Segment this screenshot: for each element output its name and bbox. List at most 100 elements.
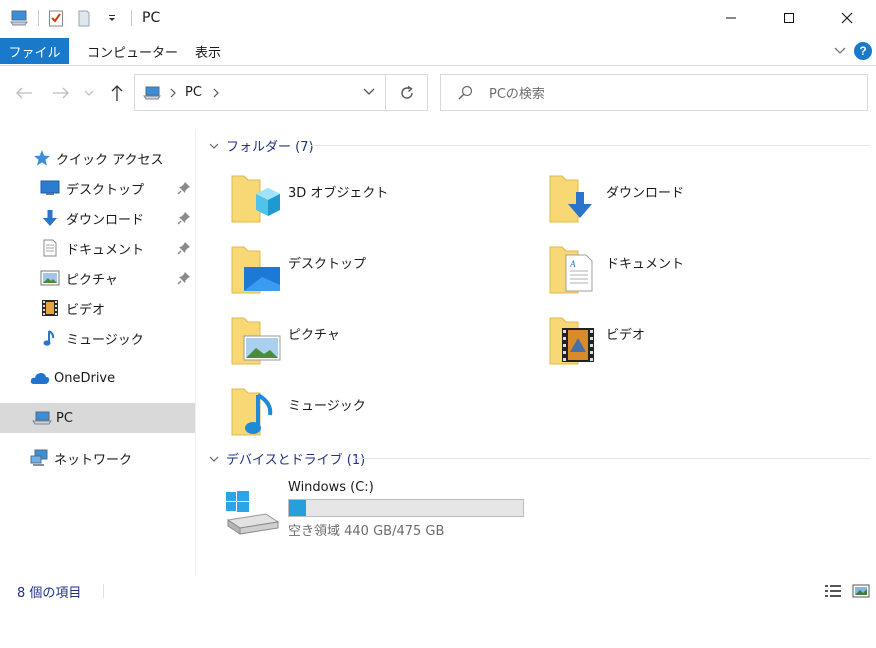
sidebar-item-quick-access[interactable]: クイック アクセス	[0, 143, 195, 173]
document-icon	[40, 238, 60, 258]
drive-usage-fill	[289, 500, 307, 516]
address-bar[interactable]: PC	[134, 74, 386, 111]
collapse-chevron-icon[interactable]	[208, 140, 220, 152]
pictures-folder-icon	[231, 317, 281, 365]
folders-group-header[interactable]: フォルダー (7)	[208, 136, 314, 155]
pc-location-icon	[143, 85, 161, 101]
navigation-pane: クイック アクセス デスクトップ ダウンロード ドキュメント ピクチャ ビデオ …	[0, 130, 196, 576]
pin-icon[interactable]	[177, 271, 191, 285]
pc-app-icon[interactable]	[8, 7, 30, 29]
folder-tile-music[interactable]: ミュージック	[198, 383, 498, 447]
drive-tile-c[interactable]: Windows (C:) 空き領域 440 GB/475 GB	[222, 476, 562, 540]
drive-name: Windows (C:)	[288, 480, 374, 495]
breadcrumb-separator-icon[interactable]	[212, 88, 220, 98]
folder-tile-videos[interactable]: ビデオ	[516, 312, 816, 376]
toolbar-divider	[131, 10, 132, 26]
pin-icon[interactable]	[177, 181, 191, 195]
devices-group-title: デバイスとドライブ (1)	[226, 453, 366, 468]
sidebar-item-label: ダウンロード	[66, 212, 145, 228]
up-arrow-icon[interactable]	[106, 82, 128, 104]
drive-free-space: 空き領域 440 GB/475 GB	[288, 524, 445, 539]
desktop-folder-icon	[231, 246, 280, 294]
collapse-chevron-icon[interactable]	[208, 453, 220, 465]
breadcrumb-separator-icon[interactable]	[169, 88, 177, 98]
music-folder-icon	[231, 388, 273, 436]
breadcrumb-pc[interactable]: PC	[185, 85, 202, 100]
folder-tile-3d-objects[interactable]: 3D オブジェクト	[198, 170, 498, 234]
tab-view[interactable]: 表示	[195, 38, 221, 64]
toolbar-divider	[38, 10, 39, 26]
folder-name: ドキュメント	[606, 257, 685, 272]
folder-name: ミュージック	[288, 399, 366, 414]
item-count: 8 個の項目	[17, 585, 82, 601]
forward-arrow-icon[interactable]	[50, 82, 72, 104]
sidebar-item-documents[interactable]: ドキュメント	[0, 233, 195, 263]
large-icons-view-icon[interactable]	[851, 582, 871, 600]
sidebar-item-label: ネットワーク	[54, 452, 133, 468]
music-icon	[40, 328, 60, 348]
window-title: PC	[142, 10, 161, 26]
sidebar-item-onedrive[interactable]: OneDrive	[0, 363, 195, 393]
status-divider	[103, 584, 104, 598]
window-controls	[702, 0, 876, 36]
tab-computer[interactable]: コンピューター	[87, 38, 178, 64]
search-icon	[457, 85, 473, 101]
sidebar-item-label: クイック アクセス	[56, 152, 164, 168]
desktop-icon	[40, 178, 60, 198]
sidebar-item-label: PC	[56, 410, 73, 426]
customize-toolbar-icon[interactable]	[101, 7, 123, 29]
navigation-bar: PC PCの検索	[0, 66, 876, 122]
close-icon[interactable]	[818, 0, 876, 36]
quick-access-toolbar: PC	[0, 0, 160, 36]
video-icon	[40, 298, 60, 318]
tab-file[interactable]: ファイル	[0, 38, 69, 64]
sidebar-item-label: デスクトップ	[66, 182, 145, 198]
recent-locations-chevron-icon[interactable]	[82, 82, 96, 104]
help-icon[interactable]: ?	[854, 42, 872, 60]
sidebar-item-network[interactable]: ネットワーク	[0, 443, 195, 473]
title-bar: PC	[0, 0, 876, 36]
folder-tile-downloads[interactable]: ダウンロード	[516, 170, 816, 234]
maximize-icon[interactable]	[760, 0, 818, 36]
pin-icon[interactable]	[177, 211, 191, 225]
folder-name: ビデオ	[606, 328, 646, 343]
network-icon	[30, 448, 50, 468]
details-view-icon[interactable]	[823, 582, 843, 600]
folders-group-title: フォルダー (7)	[226, 140, 314, 155]
ribbon: ファイル コンピューター 表示 ?	[0, 36, 876, 66]
onedrive-cloud-icon	[30, 368, 50, 388]
devices-group-header[interactable]: デバイスとドライブ (1)	[208, 449, 365, 468]
download-icon	[40, 208, 60, 228]
sidebar-item-downloads[interactable]: ダウンロード	[0, 203, 195, 233]
back-arrow-icon[interactable]	[13, 82, 35, 104]
sidebar-item-pictures[interactable]: ピクチャ	[0, 263, 195, 293]
sidebar-item-label: OneDrive	[54, 370, 116, 386]
group-divider	[354, 458, 870, 459]
status-bar: 8 個の項目	[0, 576, 876, 606]
folder-name: ピクチャ	[288, 328, 340, 343]
sidebar-item-videos[interactable]: ビデオ	[0, 293, 195, 323]
pin-icon[interactable]	[177, 241, 191, 255]
ribbon-expand-chevron-icon[interactable]	[832, 42, 848, 58]
new-folder-icon[interactable]	[73, 7, 95, 29]
address-history-chevron-icon[interactable]	[363, 88, 375, 96]
content-area: フォルダー (7) 3D オブジェクト ダウンロード デスクトップ A ドキュメ…	[198, 130, 876, 576]
folder-tile-desktop[interactable]: デスクトップ	[198, 241, 498, 305]
search-input[interactable]: PCの検索	[489, 83, 545, 102]
pc-icon	[32, 408, 52, 428]
sidebar-item-label: ミュージック	[66, 332, 144, 348]
sidebar-item-desktop[interactable]: デスクトップ	[0, 173, 195, 203]
folder-tile-documents[interactable]: A ドキュメント	[516, 241, 816, 305]
sidebar-item-label: ピクチャ	[66, 272, 118, 288]
sidebar-item-music[interactable]: ミュージック	[0, 323, 195, 353]
refresh-icon[interactable]	[386, 74, 428, 111]
search-box[interactable]: PCの検索	[440, 74, 868, 111]
folder-name: デスクトップ	[288, 257, 367, 272]
folder-name: ダウンロード	[606, 186, 685, 201]
folder-tile-pictures[interactable]: ピクチャ	[198, 312, 498, 376]
sidebar-item-pc[interactable]: PC	[0, 403, 195, 433]
properties-icon[interactable]	[45, 7, 67, 29]
windows-drive-icon	[226, 491, 280, 535]
drive-usage-bar	[288, 499, 524, 517]
minimize-icon[interactable]	[702, 0, 760, 36]
